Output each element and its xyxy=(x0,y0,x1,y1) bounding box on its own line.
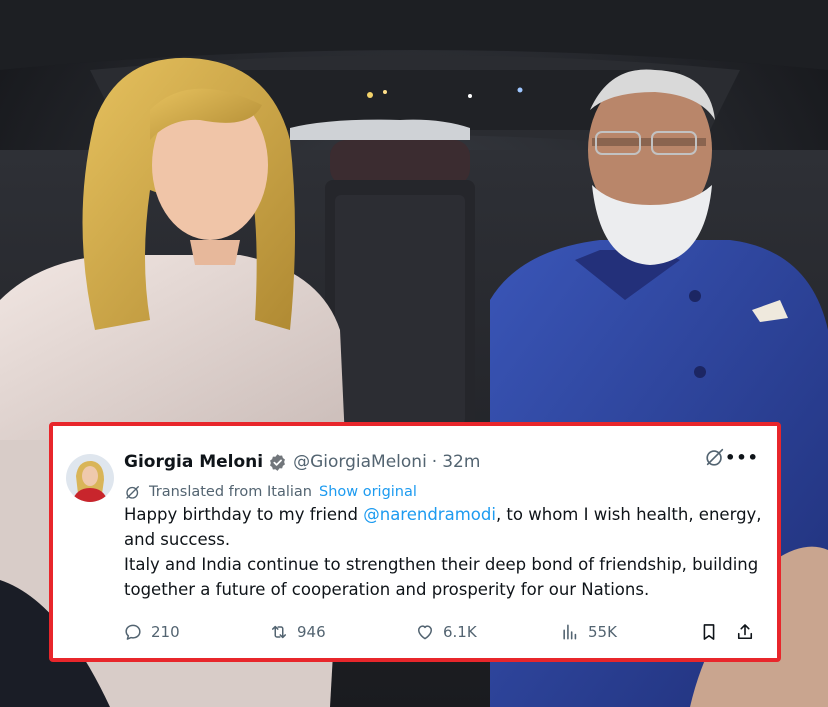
tweet-actions: 210 946 6.1K 55K xyxy=(123,619,763,645)
grok-icon[interactable] xyxy=(704,446,726,468)
more-options-icon[interactable]: ••• xyxy=(725,446,758,468)
tweet-paragraph-2: Italy and India continue to strengthen t… xyxy=(124,555,759,599)
view-count: 55K xyxy=(588,623,617,641)
reply-icon xyxy=(125,624,141,640)
mention-link[interactable]: @narendramodi xyxy=(363,505,496,524)
verified-badge-icon xyxy=(268,453,287,472)
repost-button[interactable]: 946 xyxy=(269,619,326,645)
author-handle[interactable]: @GiorgiaMeloni xyxy=(293,452,427,472)
show-original-link[interactable]: Show original xyxy=(319,484,417,500)
share-icon xyxy=(737,624,753,640)
tweet-text: Happy birthday to my friend @narendramod… xyxy=(124,502,764,602)
post-timestamp[interactable]: 32m xyxy=(442,452,480,472)
author-name[interactable]: Giorgia Meloni xyxy=(124,452,263,472)
like-count: 6.1K xyxy=(443,623,477,641)
bookmark-button[interactable] xyxy=(699,619,727,645)
like-button[interactable]: 6.1K xyxy=(415,619,477,645)
translation-notice: Translated from Italian Show original xyxy=(124,481,417,503)
views-icon xyxy=(563,624,577,640)
views-button[interactable]: 55K xyxy=(560,619,617,645)
share-button[interactable] xyxy=(735,619,763,645)
tweet-card[interactable]: Giorgia Meloni @GiorgiaMeloni · 32m ••• … xyxy=(49,422,781,662)
translate-icon xyxy=(124,483,142,501)
reply-button[interactable]: 210 xyxy=(123,619,180,645)
tweet-text-part: Happy birthday to my friend xyxy=(124,505,364,524)
author-avatar[interactable] xyxy=(66,454,114,502)
tweet-paragraph-1: Happy birthday to my friend @narendramod… xyxy=(124,502,764,552)
bookmark-icon xyxy=(703,624,715,640)
translated-label: Translated from Italian xyxy=(149,484,312,500)
tweet-header: Giorgia Meloni @GiorgiaMeloni · 32m xyxy=(124,450,480,474)
reply-count: 210 xyxy=(151,623,180,641)
separator-dot: · xyxy=(431,452,438,472)
repost-icon xyxy=(272,625,286,639)
repost-count: 946 xyxy=(297,623,326,641)
heart-icon xyxy=(418,625,432,640)
